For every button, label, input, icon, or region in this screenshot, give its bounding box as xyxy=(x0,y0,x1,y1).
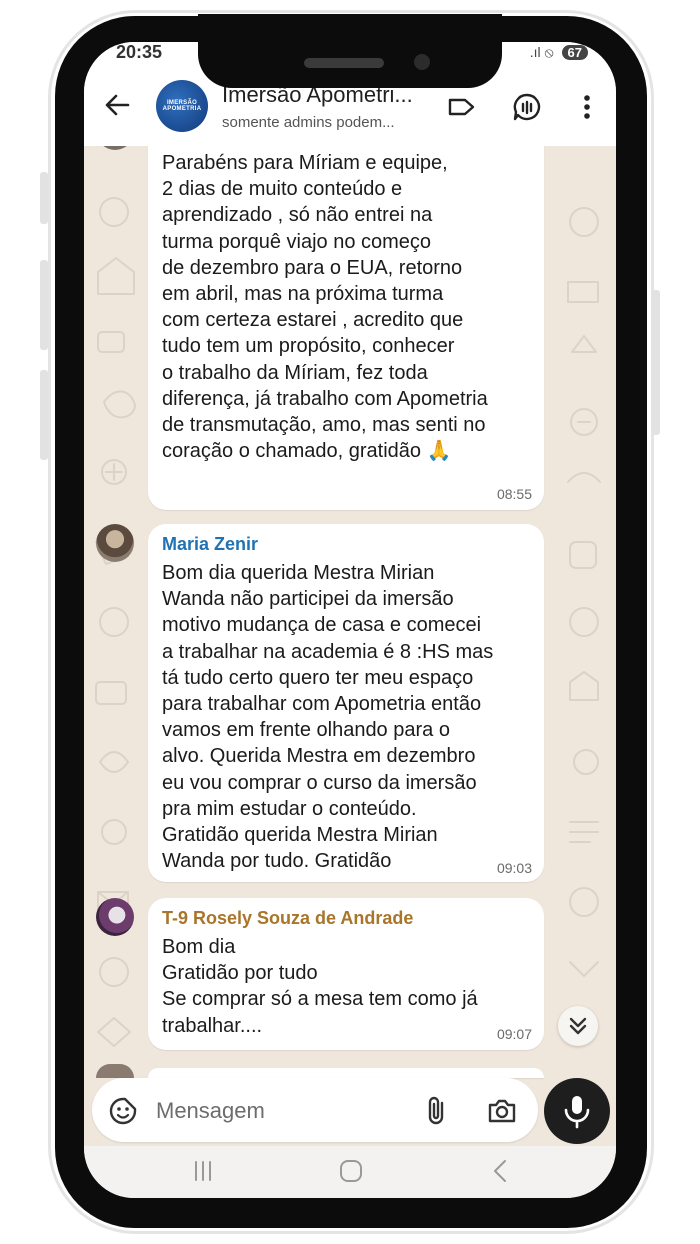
battery-level: 67 xyxy=(561,45,588,60)
sender-name[interactable]: T-9 Rosely Souza de Andrade xyxy=(162,908,413,929)
message-bubble-partial[interactable] xyxy=(148,1068,544,1078)
phone-notch xyxy=(198,14,502,88)
system-nav-bar xyxy=(84,1146,616,1198)
message-text: Bom dia Gratidão por tudo Se comprar só … xyxy=(162,936,478,1037)
arrow-left-icon[interactable] xyxy=(102,90,132,120)
earpiece xyxy=(304,58,384,68)
message-text: Parabéns para Míriam e equipe, 2 dias de… xyxy=(162,152,488,463)
group-avatar[interactable]: IMERSÃO APOMETRIA xyxy=(156,80,208,132)
message-input-bar[interactable]: Mensagem xyxy=(92,1078,538,1142)
status-time: 20:35 xyxy=(116,42,163,62)
home-icon[interactable] xyxy=(336,1156,366,1186)
sender-avatar[interactable] xyxy=(96,524,134,562)
recent-apps-icon[interactable] xyxy=(188,1156,218,1186)
sticker-icon[interactable] xyxy=(108,1096,138,1126)
message-bubble[interactable]: Parabéns para Míriam e equipe, 2 dias de… xyxy=(148,140,544,510)
sender-avatar[interactable] xyxy=(96,898,134,936)
scroll-down-button[interactable] xyxy=(558,1006,598,1046)
status-icons: .ıl ⦸ 67 xyxy=(530,44,588,61)
side-button-right xyxy=(652,290,660,435)
signal-icon: .ıl xyxy=(529,44,541,60)
message-time: 09:03 xyxy=(496,860,532,876)
message-time: 09:07 xyxy=(496,1026,532,1042)
message-input[interactable]: Mensagem xyxy=(156,1098,265,1124)
chat-screen: 20:35 .ıl ⦸ 67 IMERSÃO APOMETRIA Imersão… xyxy=(84,42,616,1198)
message-bubble[interactable]: T-9 Rosely Souza de Andrade Bom dia Grat… xyxy=(148,898,544,1050)
message-text: Bom dia querida Mestra Mirian Wanda não … xyxy=(162,562,494,873)
side-button-left-1 xyxy=(40,172,48,224)
group-avatar-logo-text: IMERSÃO APOMETRIA xyxy=(162,100,202,112)
message-bubble[interactable]: Maria Zenir Bom dia querida Mestra Miria… xyxy=(148,524,544,882)
mic-icon xyxy=(564,1096,590,1129)
dnd-icon: ⦸ xyxy=(544,44,554,60)
more-vertical-icon[interactable] xyxy=(572,92,602,122)
front-camera xyxy=(414,54,430,70)
label-icon[interactable] xyxy=(446,92,476,122)
camera-icon[interactable] xyxy=(486,1096,518,1126)
group-subtitle[interactable]: somente admins podem... xyxy=(222,114,432,131)
back-nav-icon[interactable] xyxy=(486,1156,516,1186)
voice-chat-icon[interactable] xyxy=(512,92,542,122)
sender-name[interactable]: Maria Zenir xyxy=(162,534,258,555)
sender-avatar-partial[interactable] xyxy=(96,1064,134,1078)
mic-button[interactable] xyxy=(544,1078,610,1144)
message-time: 08:55 xyxy=(496,486,532,502)
side-button-left-2 xyxy=(40,260,48,350)
side-button-left-3 xyxy=(40,370,48,460)
double-chevron-down-icon xyxy=(569,1017,587,1035)
paperclip-icon[interactable] xyxy=(422,1095,452,1127)
